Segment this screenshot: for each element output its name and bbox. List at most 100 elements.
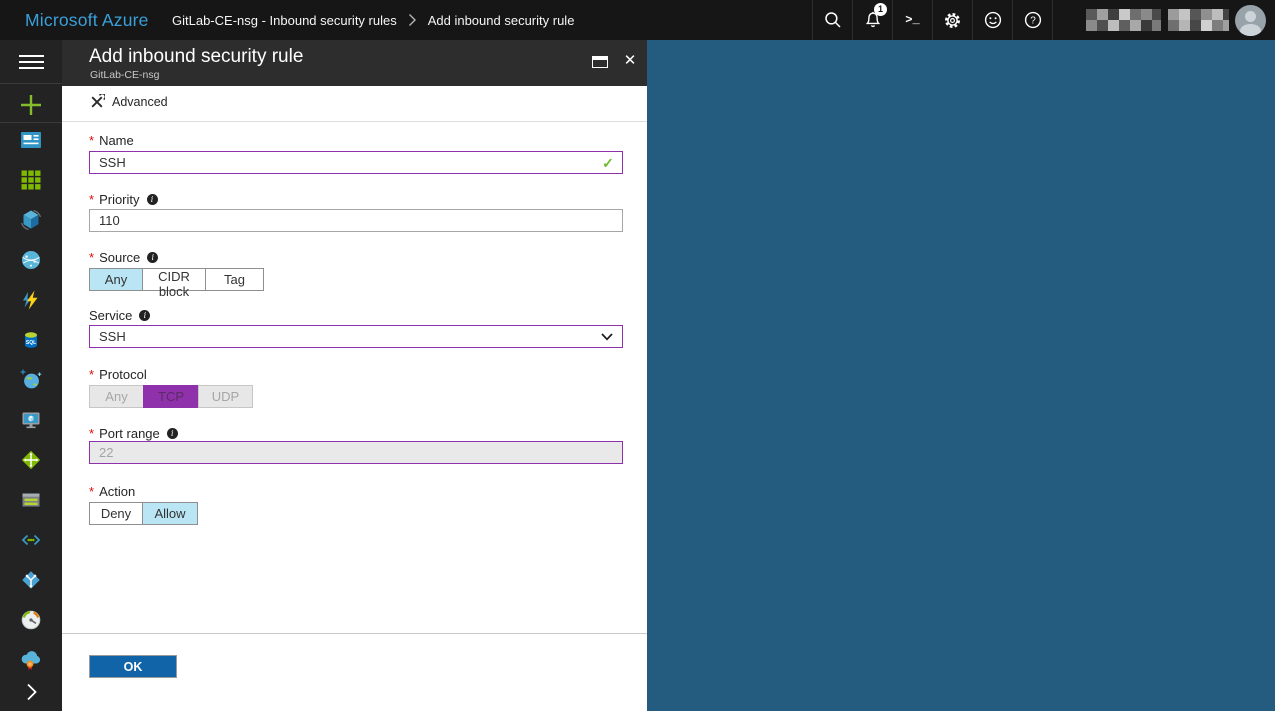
left-nav-sidebar: SQL <box>0 40 62 711</box>
action-option-allow[interactable]: Allow <box>142 502 198 525</box>
cloud-shell-button[interactable]: >_ <box>892 0 932 40</box>
hamburger-icon <box>19 54 44 70</box>
cosmos-globe-icon <box>19 368 43 392</box>
lightning-icon <box>19 288 43 312</box>
virtual-network-icon <box>19 528 43 552</box>
cloud-shell-icon: >_ <box>905 13 919 27</box>
search-button[interactable] <box>812 0 852 40</box>
sidebar-item-azure-active-directory[interactable] <box>0 568 62 592</box>
sidebar-item-virtual-machines-classic[interactable] <box>0 408 62 432</box>
maximize-button[interactable] <box>592 56 608 68</box>
advanced-button[interactable]: Advanced <box>89 94 168 110</box>
chevron-down-icon <box>601 333 613 341</box>
redacted-user-name <box>1086 9 1161 31</box>
name-label: * Name <box>89 132 134 148</box>
sidebar-item-virtual-machines[interactable] <box>0 208 62 232</box>
breadcrumb-parent[interactable]: GitLab-CE-nsg - Inbound security rules <box>172 13 397 28</box>
top-nav-bar: Microsoft Azure GitLab-CE-nsg - Inbound … <box>0 0 1275 40</box>
breadcrumb: GitLab-CE-nsg - Inbound security rules A… <box>172 0 574 40</box>
menu-button[interactable] <box>0 50 62 74</box>
action-option-deny[interactable]: Deny <box>89 502 143 525</box>
blade-title: Add inbound security rule <box>89 46 303 68</box>
port-range-label: * Port range i <box>89 425 178 441</box>
valid-check-icon: ✓ <box>600 155 616 171</box>
database-icon: SQL <box>19 328 43 352</box>
feedback-button[interactable] <box>972 0 1012 40</box>
sidebar-item-monitor[interactable] <box>0 608 62 632</box>
protocol-toggle-group: Any TCP UDP <box>89 385 253 408</box>
source-option-any[interactable]: Any <box>89 268 143 291</box>
sidebar-item-load-balancers[interactable] <box>0 448 62 472</box>
source-toggle-group: Any CIDR block Tag <box>89 268 264 291</box>
tools-icon <box>89 94 105 110</box>
load-balancer-icon <box>19 448 43 472</box>
sidebar-item-azure-cosmos-db[interactable] <box>0 368 62 392</box>
sidebar-item-virtual-networks[interactable] <box>0 528 62 552</box>
azure-portal: Microsoft Azure GitLab-CE-nsg - Inbound … <box>0 0 1275 711</box>
info-icon[interactable]: i <box>147 252 158 263</box>
user-avatar[interactable] <box>1235 5 1266 36</box>
search-icon <box>823 10 843 30</box>
info-icon[interactable]: i <box>147 194 158 205</box>
priority-label: * Priority i <box>89 191 158 207</box>
priority-input[interactable] <box>89 209 623 232</box>
help-button[interactable]: ? <box>1012 0 1052 40</box>
ok-button[interactable]: OK <box>89 655 177 678</box>
grid-icon <box>19 168 43 192</box>
service-select[interactable]: SSH <box>89 325 623 348</box>
protocol-label: * Protocol <box>89 366 147 382</box>
required-asterisk: * <box>89 192 94 207</box>
sidebar-item-storage-accounts[interactable] <box>0 488 62 512</box>
add-inbound-security-rule-blade: Add inbound security rule GitLab-CE-nsg … <box>62 40 647 711</box>
protocol-option-udp: UDP <box>198 385 253 408</box>
sidebar-item-dashboard[interactable] <box>0 128 62 152</box>
cube-icon <box>19 208 43 232</box>
smiley-icon <box>983 10 1003 30</box>
required-asterisk: * <box>89 133 94 148</box>
info-icon[interactable]: i <box>139 310 150 321</box>
gauge-icon <box>19 608 43 632</box>
breadcrumb-current: Add inbound security rule <box>428 13 575 28</box>
action-label: * Action <box>89 483 135 499</box>
expand-sidebar-button[interactable] <box>0 680 62 704</box>
source-option-tag[interactable]: Tag <box>205 268 264 291</box>
storage-icon <box>19 488 43 512</box>
azure-logo[interactable]: Microsoft Azure <box>25 0 149 40</box>
source-option-cidr-block[interactable]: CIDR block <box>142 268 206 291</box>
required-asterisk: * <box>89 484 94 499</box>
svg-text:SQL: SQL <box>26 340 36 346</box>
breadcrumb-chevron-icon <box>408 13 417 27</box>
sidebar-divider <box>0 122 62 123</box>
sidebar-item-sql-databases[interactable]: SQL <box>0 328 62 352</box>
help-icon: ? <box>1023 10 1043 30</box>
service-label: Service i <box>89 307 150 323</box>
account-menu[interactable] <box>1052 0 1275 40</box>
chevron-right-icon <box>19 680 43 704</box>
protocol-option-any: Any <box>89 385 144 408</box>
close-button[interactable]: ✕ <box>620 51 640 71</box>
blade-toolbar: Advanced <box>62 86 647 121</box>
source-label: * Source i <box>89 249 158 265</box>
protocol-option-tcp: TCP <box>143 385 199 408</box>
plus-icon <box>20 94 42 116</box>
sidebar-item-create-resource[interactable] <box>0 93 62 117</box>
sidebar-item-function-apps[interactable] <box>0 288 62 312</box>
service-selected-value: SSH <box>99 329 126 344</box>
sidebar-item-advisor[interactable] <box>0 648 62 672</box>
required-asterisk: * <box>89 426 94 441</box>
toolbar-divider <box>62 121 647 122</box>
sidebar-divider <box>0 83 62 84</box>
info-icon[interactable]: i <box>167 428 178 439</box>
blade-header: Add inbound security rule GitLab-CE-nsg … <box>62 40 647 86</box>
notifications-button[interactable]: 1 <box>852 0 892 40</box>
sidebar-item-app-services[interactable] <box>0 248 62 272</box>
dimmed-portal-backdrop <box>647 40 1275 711</box>
sidebar-item-all-services[interactable] <box>0 168 62 192</box>
action-toggle-group: Deny Allow <box>89 502 198 525</box>
svg-text:?: ? <box>1030 16 1036 27</box>
globe-icon <box>19 248 43 272</box>
notification-badge: 1 <box>874 3 887 16</box>
redacted-user-directory <box>1168 9 1229 31</box>
settings-button[interactable] <box>932 0 972 40</box>
name-input[interactable] <box>89 151 623 174</box>
